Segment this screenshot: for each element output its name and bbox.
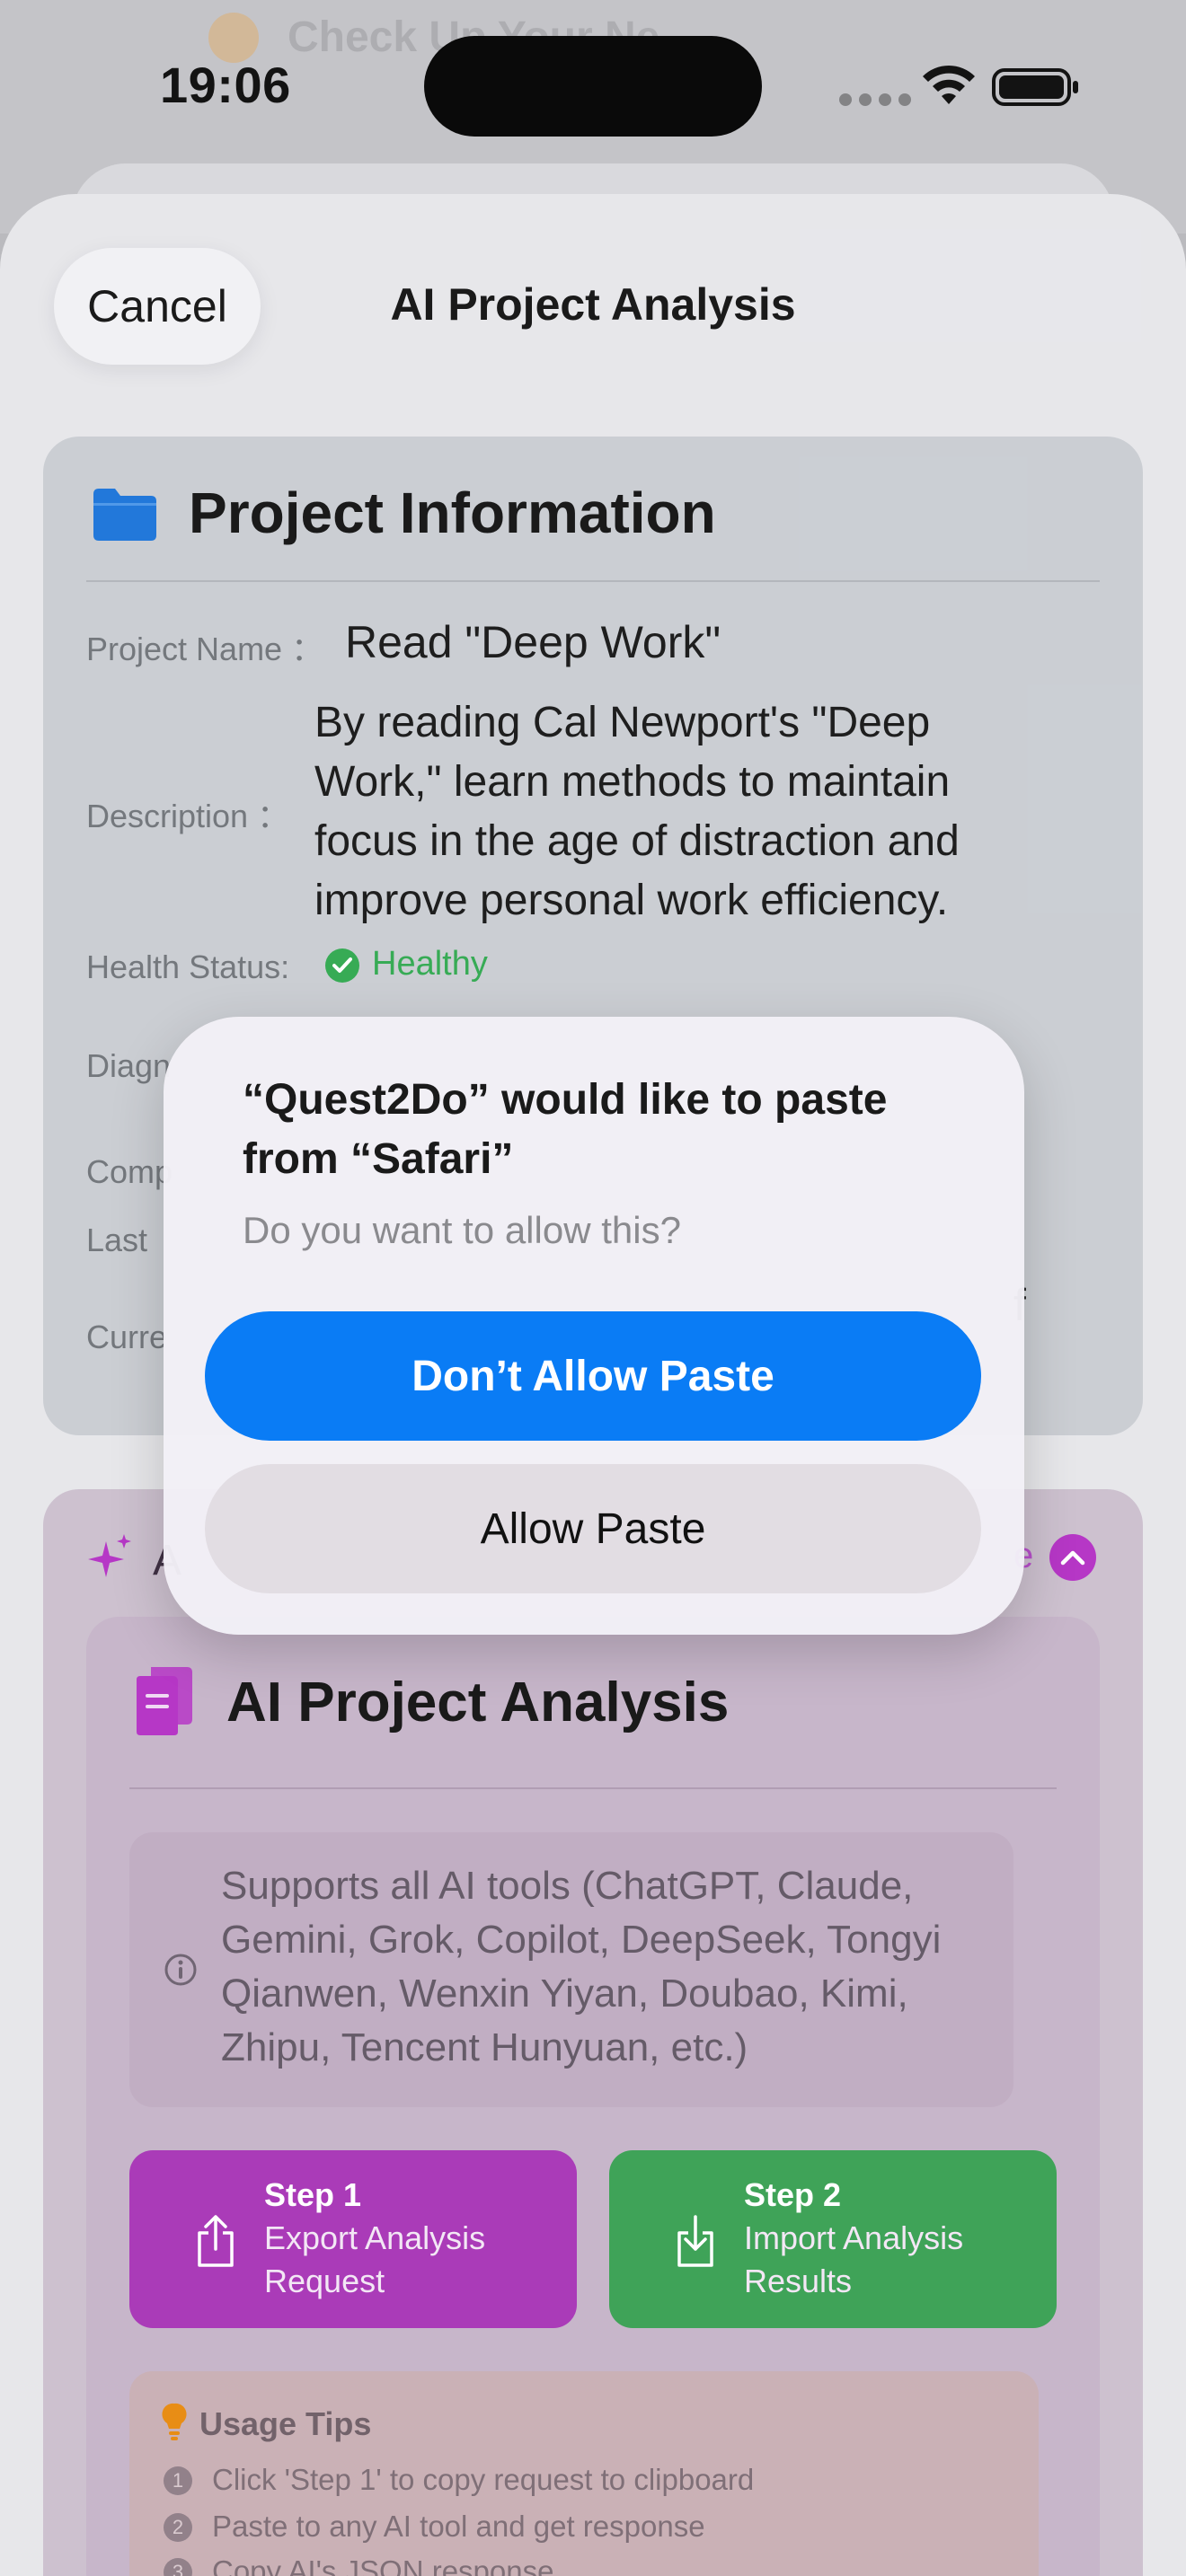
allow-paste-button[interactable]: Allow Paste [205, 1464, 981, 1593]
alert-title: “Quest2Do” would like to paste from “Saf… [243, 1076, 888, 1183]
alert-message: Do you want to allow this? [243, 1209, 681, 1251]
dont-allow-paste-button[interactable]: Don’t Allow Paste [205, 1311, 981, 1441]
